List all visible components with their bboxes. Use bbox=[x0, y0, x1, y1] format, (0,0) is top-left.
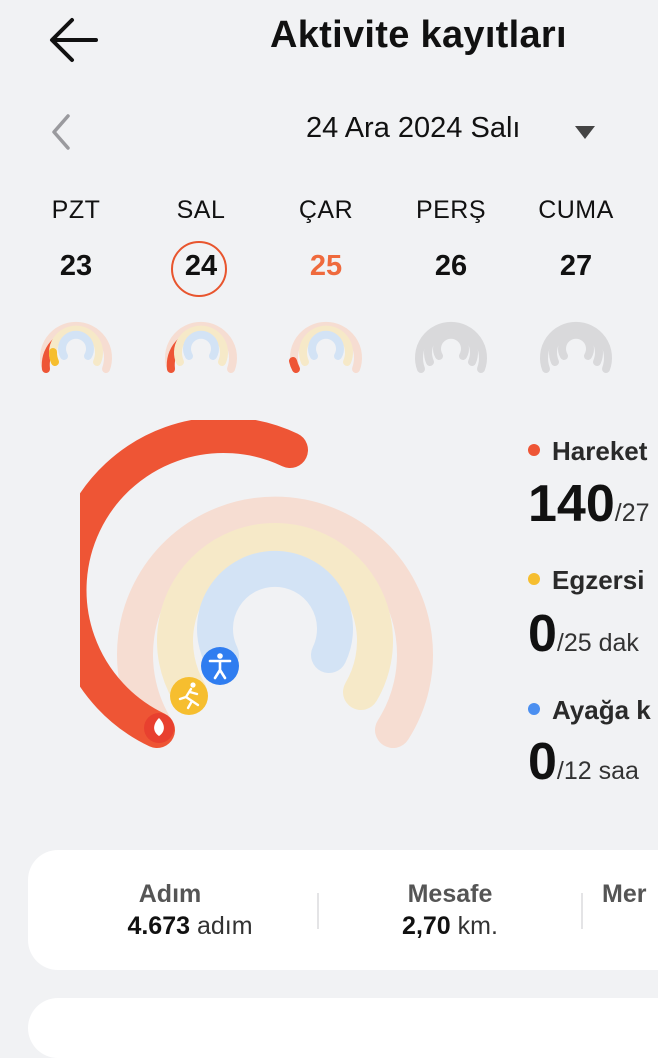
page-title: Aktivite kayıtları bbox=[270, 14, 567, 56]
move-value: 140 bbox=[528, 475, 615, 533]
day-ring-wed[interactable] bbox=[286, 306, 366, 378]
day-number-tue[interactable]: 24 bbox=[146, 250, 256, 283]
day-ring-thu[interactable] bbox=[411, 306, 491, 378]
day-name-tue: SAL bbox=[176, 196, 226, 224]
day-name-mon: PZT bbox=[51, 196, 101, 224]
day-name-thu: PERŞ bbox=[415, 196, 487, 224]
divider bbox=[581, 893, 583, 929]
date-selector[interactable]: 24 Ara 2024 Salı bbox=[306, 112, 520, 145]
day-number-mon[interactable]: 23 bbox=[21, 250, 131, 283]
summary-card[interactable] bbox=[28, 850, 658, 970]
stand-stat-label: Ayağa k bbox=[528, 695, 651, 726]
day-ring-tue[interactable] bbox=[161, 306, 241, 378]
day-number-wed[interactable]: 25 bbox=[271, 250, 381, 283]
stand-dot bbox=[528, 703, 540, 716]
back-button[interactable] bbox=[44, 12, 104, 68]
distance-value: 2,70 km. bbox=[340, 912, 560, 941]
running-icon bbox=[170, 677, 208, 715]
move-stat-label: Hareket bbox=[528, 436, 647, 467]
steps-number: 4.673 bbox=[127, 912, 190, 940]
steps-value: 4.673 adım bbox=[70, 912, 310, 941]
stand-stat-value: 0/12 saa bbox=[528, 732, 639, 792]
day-ring-fri[interactable] bbox=[536, 306, 616, 378]
distance-number: 2,70 bbox=[402, 912, 451, 940]
day-ring-mon[interactable] bbox=[36, 306, 116, 378]
move-stat-value: 140/27 bbox=[528, 474, 650, 534]
day-number-fri[interactable]: 27 bbox=[521, 250, 631, 283]
exercise-goal: /25 dak bbox=[556, 629, 639, 657]
distance-label: Mesafe bbox=[407, 880, 493, 908]
stand-value: 0 bbox=[528, 733, 557, 791]
third-stat-label: Mer bbox=[602, 880, 647, 908]
flame-icon bbox=[144, 713, 174, 743]
exercise-value: 0 bbox=[528, 605, 557, 663]
steps-label: Adım bbox=[138, 880, 202, 908]
previous-day-button[interactable] bbox=[42, 108, 82, 156]
stand-ring-track bbox=[197, 550, 353, 673]
exercise-stat-label: Egzersi bbox=[528, 565, 645, 596]
day-name-fri: CUMA bbox=[538, 196, 614, 224]
steps-unit: adım bbox=[196, 912, 253, 940]
day-name-wed: ÇAR bbox=[298, 196, 354, 224]
caret-down-icon[interactable] bbox=[573, 124, 597, 140]
exercise-label-text: Egzersi bbox=[552, 565, 645, 595]
arrow-left-icon bbox=[50, 18, 98, 62]
day-number-thu[interactable]: 26 bbox=[396, 250, 506, 283]
stand-goal: /12 saa bbox=[556, 757, 639, 785]
next-card[interactable] bbox=[28, 998, 658, 1058]
exercise-dot bbox=[528, 573, 540, 586]
standing-person-icon bbox=[201, 647, 239, 685]
move-dot bbox=[528, 444, 540, 457]
exercise-stat-value: 0/25 dak bbox=[528, 604, 639, 664]
move-label-text: Hareket bbox=[552, 436, 648, 466]
stand-label-text: Ayağa k bbox=[552, 695, 651, 725]
chevron-left-icon bbox=[52, 114, 70, 150]
divider bbox=[317, 893, 319, 929]
distance-unit: km. bbox=[457, 912, 498, 940]
activity-rings-chart bbox=[80, 420, 433, 748]
move-goal: /27 bbox=[614, 499, 650, 527]
